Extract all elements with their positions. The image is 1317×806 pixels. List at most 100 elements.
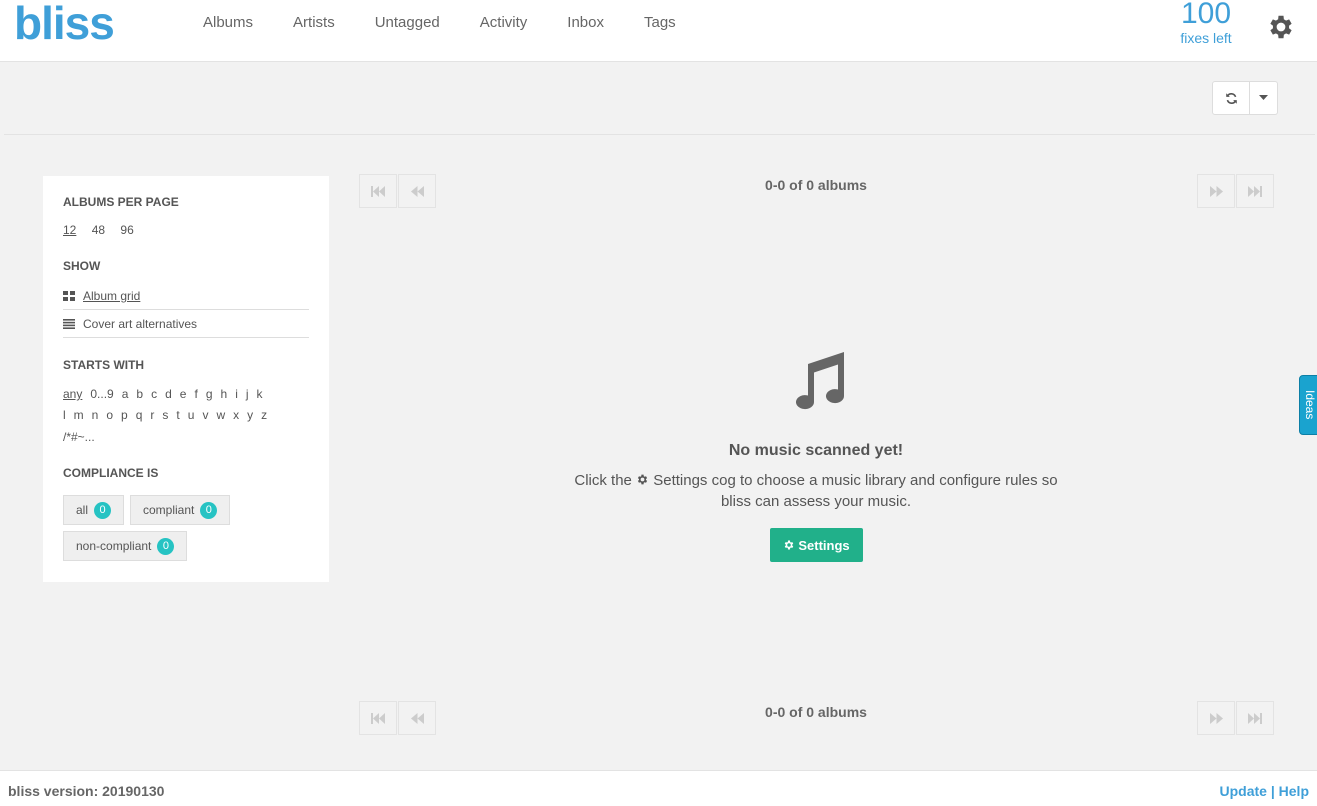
letter-w[interactable]: w xyxy=(216,408,225,422)
next-page-button-bottom[interactable] xyxy=(1197,701,1235,735)
letter-u[interactable]: u xyxy=(188,408,195,422)
letter-e[interactable]: e xyxy=(180,387,187,401)
empty-state-description: Click the Settings cog to choose a music… xyxy=(566,470,1066,512)
refresh-icon xyxy=(1225,92,1237,104)
footer-separator: | xyxy=(1270,783,1275,799)
last-page-button-bottom[interactable] xyxy=(1236,701,1274,735)
nav-untagged[interactable]: Untagged xyxy=(375,14,440,31)
show-cover-art-alternatives[interactable]: Cover art alternatives xyxy=(63,310,309,338)
refresh-button[interactable] xyxy=(1212,81,1250,115)
settings-button[interactable]: Settings xyxy=(770,528,863,562)
first-page-icon xyxy=(371,712,385,724)
letter-i[interactable]: i xyxy=(235,387,238,401)
letter-n[interactable]: n xyxy=(92,408,99,422)
nav-tags[interactable]: Tags xyxy=(644,14,676,31)
refresh-button-group xyxy=(1212,81,1278,115)
first-page-icon xyxy=(371,185,385,197)
fixes-count: 100 xyxy=(1180,0,1232,30)
letter-g[interactable]: g xyxy=(206,387,213,401)
logo[interactable]: bliss xyxy=(14,0,115,50)
help-link[interactable]: Help xyxy=(1279,783,1309,799)
ideas-feedback-tab[interactable]: Ideas xyxy=(1299,375,1317,435)
last-page-icon xyxy=(1248,185,1262,197)
cover-art-alternatives-label: Cover art alternatives xyxy=(83,316,198,331)
previous-page-button-bottom[interactable] xyxy=(398,701,436,735)
main-nav: Albums Artists Untagged Activity Inbox T… xyxy=(203,14,716,31)
compliance-non-compliant-count-badge: 0 xyxy=(157,537,175,555)
footer-links: Update | Help xyxy=(1220,783,1310,799)
letter-k[interactable]: k xyxy=(257,387,263,401)
list-icon xyxy=(63,318,75,329)
compliance-compliant-label: compliant xyxy=(143,503,195,517)
pagination-summary-top: 0-0 of 0 albums xyxy=(765,177,867,193)
per-page-96[interactable]: 96 xyxy=(120,223,133,237)
letter-a[interactable]: a xyxy=(122,387,129,401)
toolbar xyxy=(4,63,1315,135)
music-note-icon xyxy=(796,352,845,410)
letter-j[interactable]: j xyxy=(246,387,249,401)
first-page-button-bottom[interactable] xyxy=(359,701,397,735)
albums-per-page-heading: ALBUMS PER PAGE xyxy=(63,195,179,209)
compliance-compliant-count-badge: 0 xyxy=(200,501,218,519)
fixes-left-counter[interactable]: 100 fixes left xyxy=(1166,0,1246,46)
starts-with-row-1: any 0...9 a b c d e f g h i j k xyxy=(63,387,271,401)
letter-c[interactable]: c xyxy=(151,387,157,401)
letter-m[interactable]: m xyxy=(74,408,84,422)
letter-r[interactable]: r xyxy=(150,408,154,422)
footer: bliss version: 20190130 Update | Help xyxy=(0,770,1317,806)
albums-per-page-options: 12 48 96 xyxy=(63,223,146,237)
letter-f[interactable]: f xyxy=(194,387,197,401)
letter-s[interactable]: s xyxy=(162,408,168,422)
nav-activity[interactable]: Activity xyxy=(480,14,528,31)
show-heading: SHOW xyxy=(63,259,101,273)
compliance-compliant-button[interactable]: compliant 0 xyxy=(130,495,231,525)
compliance-non-compliant-button[interactable]: non-compliant 0 xyxy=(63,531,188,561)
previous-page-button-top[interactable] xyxy=(398,174,436,208)
letter-o[interactable]: o xyxy=(106,408,113,422)
letter-h[interactable]: h xyxy=(221,387,228,401)
cog-icon xyxy=(785,540,794,550)
refresh-options-dropdown[interactable] xyxy=(1250,81,1278,115)
letter-d[interactable]: d xyxy=(165,387,172,401)
gear-icon[interactable] xyxy=(1266,12,1296,42)
last-page-icon xyxy=(1248,712,1262,724)
empty-state-title: No music scanned yet! xyxy=(728,442,904,459)
show-album-grid[interactable]: Album grid xyxy=(63,282,309,310)
letter-z[interactable]: z xyxy=(261,408,267,422)
letter-v[interactable]: v xyxy=(202,408,208,422)
letter-l[interactable]: l xyxy=(63,408,66,422)
pagination-summary-bottom: 0-0 of 0 albums xyxy=(765,704,867,720)
nav-inbox[interactable]: Inbox xyxy=(567,14,604,31)
forward-icon xyxy=(1209,185,1223,197)
fixes-label: fixes left xyxy=(1180,30,1232,46)
filter-sidebar: ALBUMS PER PAGE 12 48 96 SHOW Album grid… xyxy=(43,176,329,582)
compliance-non-compliant-label: non-compliant xyxy=(76,539,152,553)
top-navbar: bliss Albums Artists Untagged Activity I… xyxy=(0,0,1317,62)
album-grid-label: Album grid xyxy=(83,288,141,303)
compliance-all-label: all xyxy=(76,503,89,517)
compliance-all-count-badge: 0 xyxy=(94,501,112,519)
first-page-button-top[interactable] xyxy=(359,174,397,208)
grid-icon xyxy=(63,290,75,301)
next-page-button-top[interactable] xyxy=(1197,174,1235,208)
last-page-button-top[interactable] xyxy=(1236,174,1274,208)
starts-with-row-3: /*#~... xyxy=(63,430,103,444)
empty-desc-prefix: Click the xyxy=(574,472,632,489)
update-link[interactable]: Update xyxy=(1220,783,1267,799)
letter-p[interactable]: p xyxy=(121,408,128,422)
letter-0-9[interactable]: 0...9 xyxy=(90,387,113,401)
per-page-48[interactable]: 48 xyxy=(92,223,105,237)
letter-b[interactable]: b xyxy=(136,387,143,401)
letter-symbols[interactable]: /*#~... xyxy=(63,430,95,444)
caret-down-icon xyxy=(1259,95,1268,100)
nav-albums[interactable]: Albums xyxy=(203,14,253,31)
letter-x[interactable]: x xyxy=(233,408,239,422)
compliance-all-button[interactable]: all 0 xyxy=(63,495,125,525)
letter-y[interactable]: y xyxy=(247,408,253,422)
backward-icon xyxy=(410,712,424,724)
per-page-12[interactable]: 12 xyxy=(63,223,76,237)
letter-any[interactable]: any xyxy=(63,387,82,401)
letter-q[interactable]: q xyxy=(136,408,143,422)
letter-t[interactable]: t xyxy=(176,408,179,422)
nav-artists[interactable]: Artists xyxy=(293,14,335,31)
